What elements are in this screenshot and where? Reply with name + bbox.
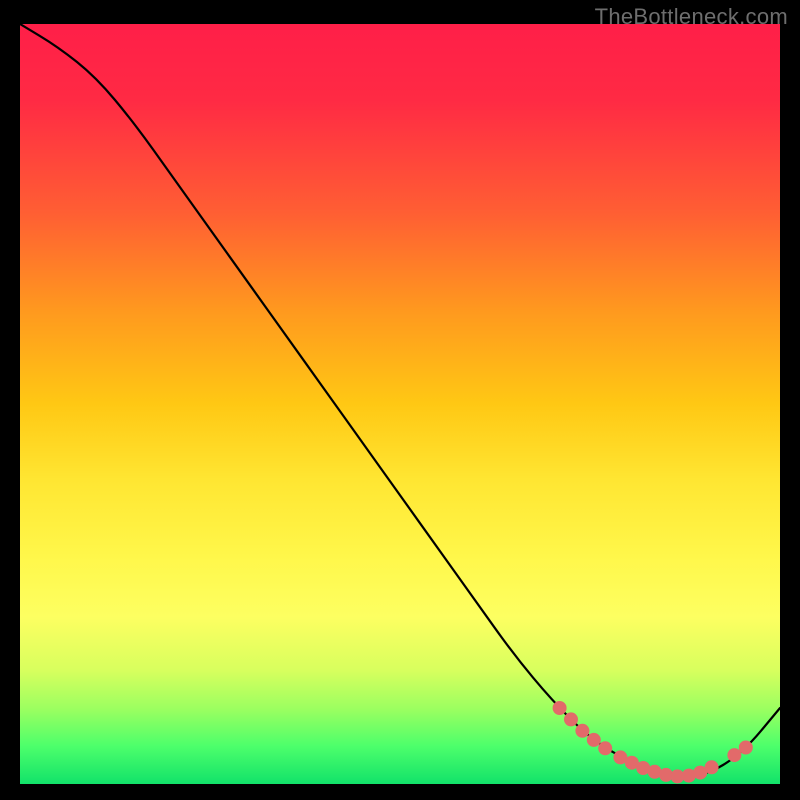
highlight-dot	[648, 765, 661, 778]
highlight-dot	[728, 749, 741, 762]
highlight-dot	[587, 733, 600, 746]
highlight-dots-group	[553, 702, 752, 783]
chart-plot-area	[20, 24, 780, 784]
highlight-dot	[739, 741, 752, 754]
highlight-dot	[599, 742, 612, 755]
chart-svg	[20, 24, 780, 784]
watermark-text: TheBottleneck.com	[595, 4, 788, 30]
highlight-dot	[660, 768, 673, 781]
highlight-dot	[553, 702, 566, 715]
bottleneck-curve	[20, 24, 780, 776]
highlight-dot	[565, 713, 578, 726]
highlight-dot	[705, 761, 718, 774]
chart-frame: TheBottleneck.com	[0, 0, 800, 800]
highlight-dot	[682, 769, 695, 782]
highlight-dot	[576, 724, 589, 737]
